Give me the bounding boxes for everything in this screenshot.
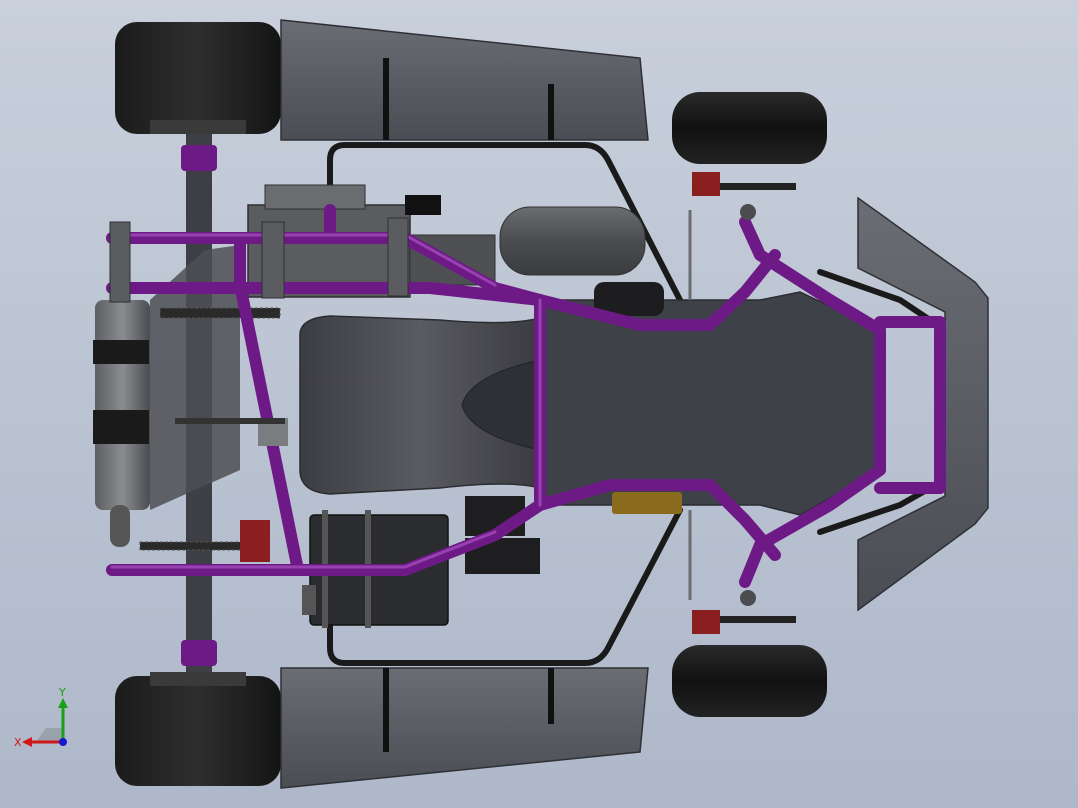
y-axis-arrowhead [58, 698, 68, 708]
z-axis-indicator [59, 738, 67, 746]
x-axis-label: X [14, 736, 22, 749]
x-axis-arrowhead [22, 737, 32, 747]
right-side-pod [280, 667, 649, 789]
y-axis-label: Y [58, 686, 66, 699]
kart-model-render[interactable] [0, 0, 1078, 808]
left-side-pod [280, 19, 649, 141]
front-right-tire [672, 645, 827, 717]
rear-left-tire [115, 22, 281, 134]
triad-plane [36, 728, 62, 742]
rear-right-tire [115, 672, 281, 786]
front-left-tire [672, 92, 827, 164]
seat [299, 315, 541, 495]
orientation-triad: Y X [14, 686, 68, 749]
cad-viewport[interactable]: Y X [0, 0, 1078, 808]
